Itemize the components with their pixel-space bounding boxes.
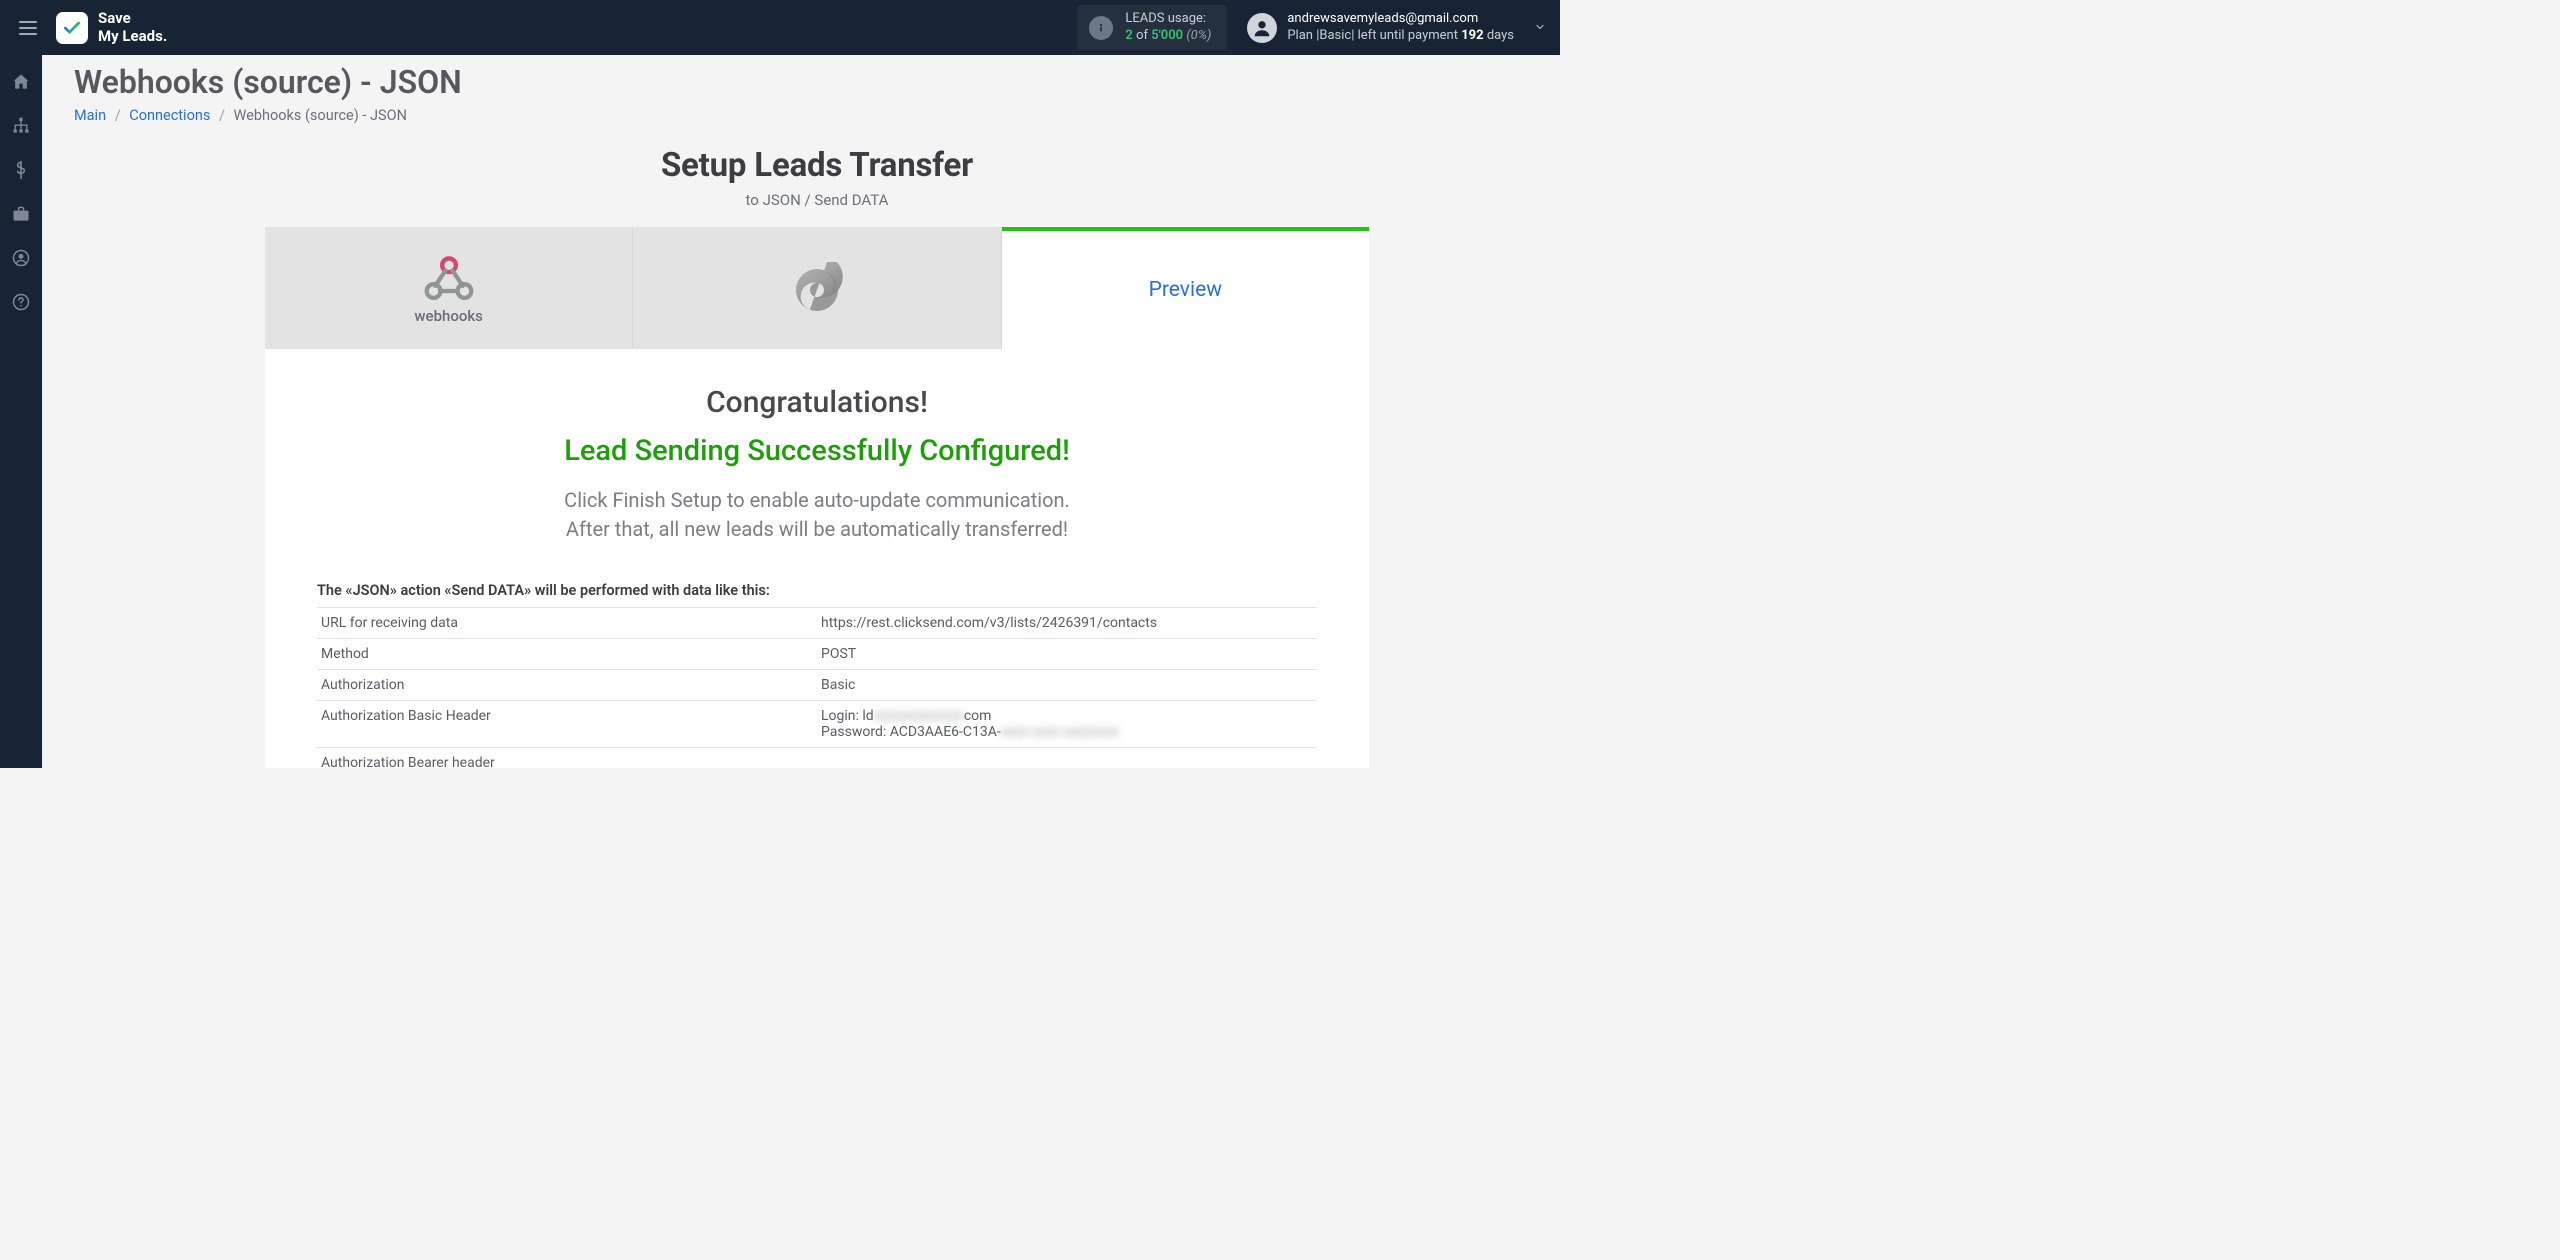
step-preview[interactable]: Preview	[1002, 227, 1369, 349]
breadcrumb-sep: /	[219, 107, 225, 124]
sidebar-home-icon[interactable]	[10, 71, 32, 93]
usage-count: 2	[1125, 28, 1132, 43]
webhooks-icon	[421, 255, 477, 303]
table-row: Authorization Basic HeaderLogin: ldxxxxx…	[317, 701, 1317, 748]
wizard-sub: to JSON / Send DATA	[265, 191, 1369, 209]
avatar-icon	[1247, 13, 1277, 43]
breadcrumb-connections[interactable]: Connections	[129, 107, 210, 124]
account-menu[interactable]: andrewsavemyleads@gmail.com Plan |Basic|…	[1247, 11, 1546, 44]
table-key: Authorization Basic Header	[317, 701, 817, 748]
hint-line1: Click Finish Setup to enable auto-update…	[564, 488, 1070, 512]
step-destination[interactable]	[633, 227, 1001, 349]
brand-line2: My Leads	[98, 27, 163, 45]
usage-limit: 5'000	[1151, 28, 1183, 43]
congrats-heading: Congratulations!	[317, 385, 1317, 420]
account-text: andrewsavemyleads@gmail.com Plan |Basic|…	[1287, 11, 1514, 44]
brand-logo[interactable]: Save My Leads	[56, 10, 167, 45]
breadcrumb-current: Webhooks (source) - JSON	[234, 107, 407, 124]
usage-label: LEADS usage:	[1125, 11, 1211, 27]
table-row: MethodPOST	[317, 639, 1317, 670]
breadcrumb: Main / Connections / Webhooks (source) -…	[74, 107, 1560, 124]
sidebar-help-icon[interactable]	[10, 291, 32, 313]
sidebar	[0, 55, 42, 768]
wizard-steps: webhooks Preview	[265, 227, 1369, 349]
account-email: andrewsavemyleads@gmail.com	[1287, 11, 1514, 27]
table-value: Basic	[817, 670, 1317, 701]
result-card: Congratulations! Lead Sending Successful…	[265, 349, 1369, 768]
success-heading: Lead Sending Successfully Configured!	[317, 434, 1317, 468]
step-preview-label: Preview	[1149, 278, 1222, 302]
table-value: Login: ldxxxxxxxxxxxxxcomPassword: ACD3A…	[817, 701, 1317, 748]
table-value	[817, 748, 1317, 769]
sidebar-billing-icon[interactable]	[10, 159, 32, 181]
breadcrumb-main[interactable]: Main	[74, 107, 106, 124]
logo-mark-icon	[56, 12, 88, 44]
table-value: https://rest.clicksend.com/v3/lists/2426…	[817, 608, 1317, 639]
table-value: POST	[817, 639, 1317, 670]
table-key: Authorization Bearer header	[317, 748, 817, 769]
plan-suffix: days	[1484, 28, 1514, 43]
table-key: URL for receiving data	[317, 608, 817, 639]
sidebar-connections-icon[interactable]	[10, 115, 32, 137]
breadcrumb-sep: /	[115, 107, 121, 124]
wizard-header: Setup Leads Transfer to JSON / Send DATA	[265, 146, 1369, 209]
page-title: Webhooks (source) - JSON	[74, 63, 1560, 101]
plan-prefix: Plan |Basic| left until payment	[1287, 28, 1461, 43]
table-row: Authorization Bearer header	[317, 748, 1317, 769]
chevron-down-icon	[1534, 18, 1546, 37]
table-row: AuthorizationBasic	[317, 670, 1317, 701]
hamburger-menu-button[interactable]	[14, 14, 42, 42]
leads-usage-box[interactable]: LEADS usage: 2 of 5'000 (0%)	[1077, 5, 1227, 50]
table-row: URL for receiving datahttps://rest.click…	[317, 608, 1317, 639]
brand-text: Save My Leads	[98, 10, 167, 45]
brand-dot	[163, 27, 167, 45]
table-key: Authorization	[317, 670, 817, 701]
data-preview-table: URL for receiving datahttps://rest.click…	[317, 607, 1317, 768]
info-icon	[1089, 16, 1113, 40]
hint-line2: After that, all new leads will be automa…	[566, 517, 1068, 541]
sidebar-account-icon[interactable]	[10, 247, 32, 269]
step-source[interactable]: webhooks	[265, 227, 633, 349]
usage-text: LEADS usage: 2 of 5'000 (0%)	[1125, 11, 1211, 44]
sidebar-briefcase-icon[interactable]	[10, 203, 32, 225]
data-intro: The «JSON» action «Send DATA» will be pe…	[317, 582, 1317, 599]
step-source-label: webhooks	[414, 307, 483, 325]
brand-line1: Save	[98, 10, 167, 27]
plan-days: 192	[1461, 28, 1483, 43]
wizard-heading: Setup Leads Transfer	[265, 146, 1369, 185]
json-icon	[789, 262, 845, 318]
app-header: Save My Leads LEADS usage: 2 of 5'000 (0…	[0, 0, 1560, 55]
usage-percent: (0%)	[1186, 28, 1211, 43]
main-content: Webhooks (source) - JSON Main / Connecti…	[42, 55, 1560, 768]
table-key: Method	[317, 639, 817, 670]
usage-of: of	[1136, 28, 1148, 43]
